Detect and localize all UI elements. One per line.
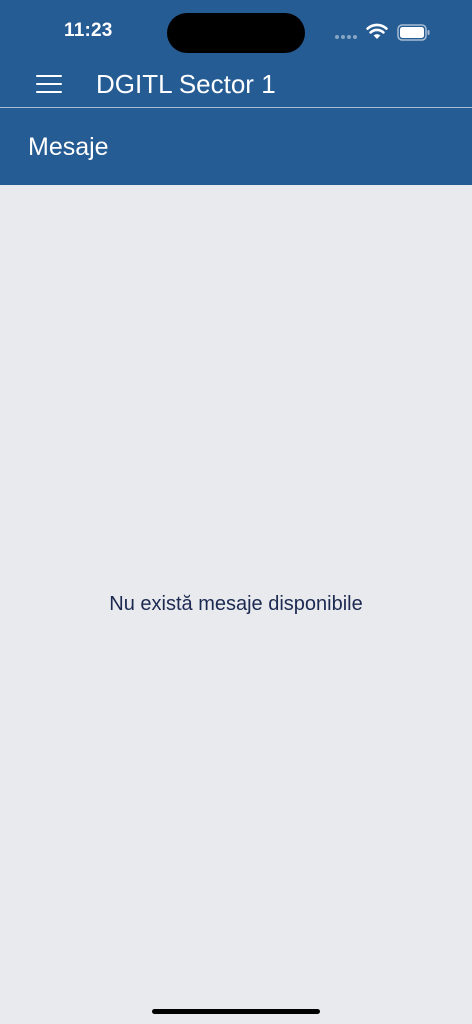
status-bar: 11:23: [0, 0, 472, 62]
empty-state-message: Nu există mesaje disponibile: [109, 593, 363, 615]
wifi-icon: [366, 23, 388, 39]
app-header: 11:23 DGITL Sector 1 Mesaje: [0, 0, 472, 185]
status-time: 11:23: [64, 20, 113, 41]
header-divider: [0, 107, 472, 108]
app-title: DGITL Sector 1: [96, 69, 276, 99]
signal-icon: [335, 35, 359, 39]
hamburger-menu-icon[interactable]: [32, 71, 66, 97]
home-indicator[interactable]: [152, 1009, 320, 1014]
page-title: Mesaje: [28, 133, 109, 161]
toolbar: DGITL Sector 1: [0, 62, 472, 107]
dynamic-island: [167, 13, 305, 53]
battery-icon: [397, 24, 430, 41]
